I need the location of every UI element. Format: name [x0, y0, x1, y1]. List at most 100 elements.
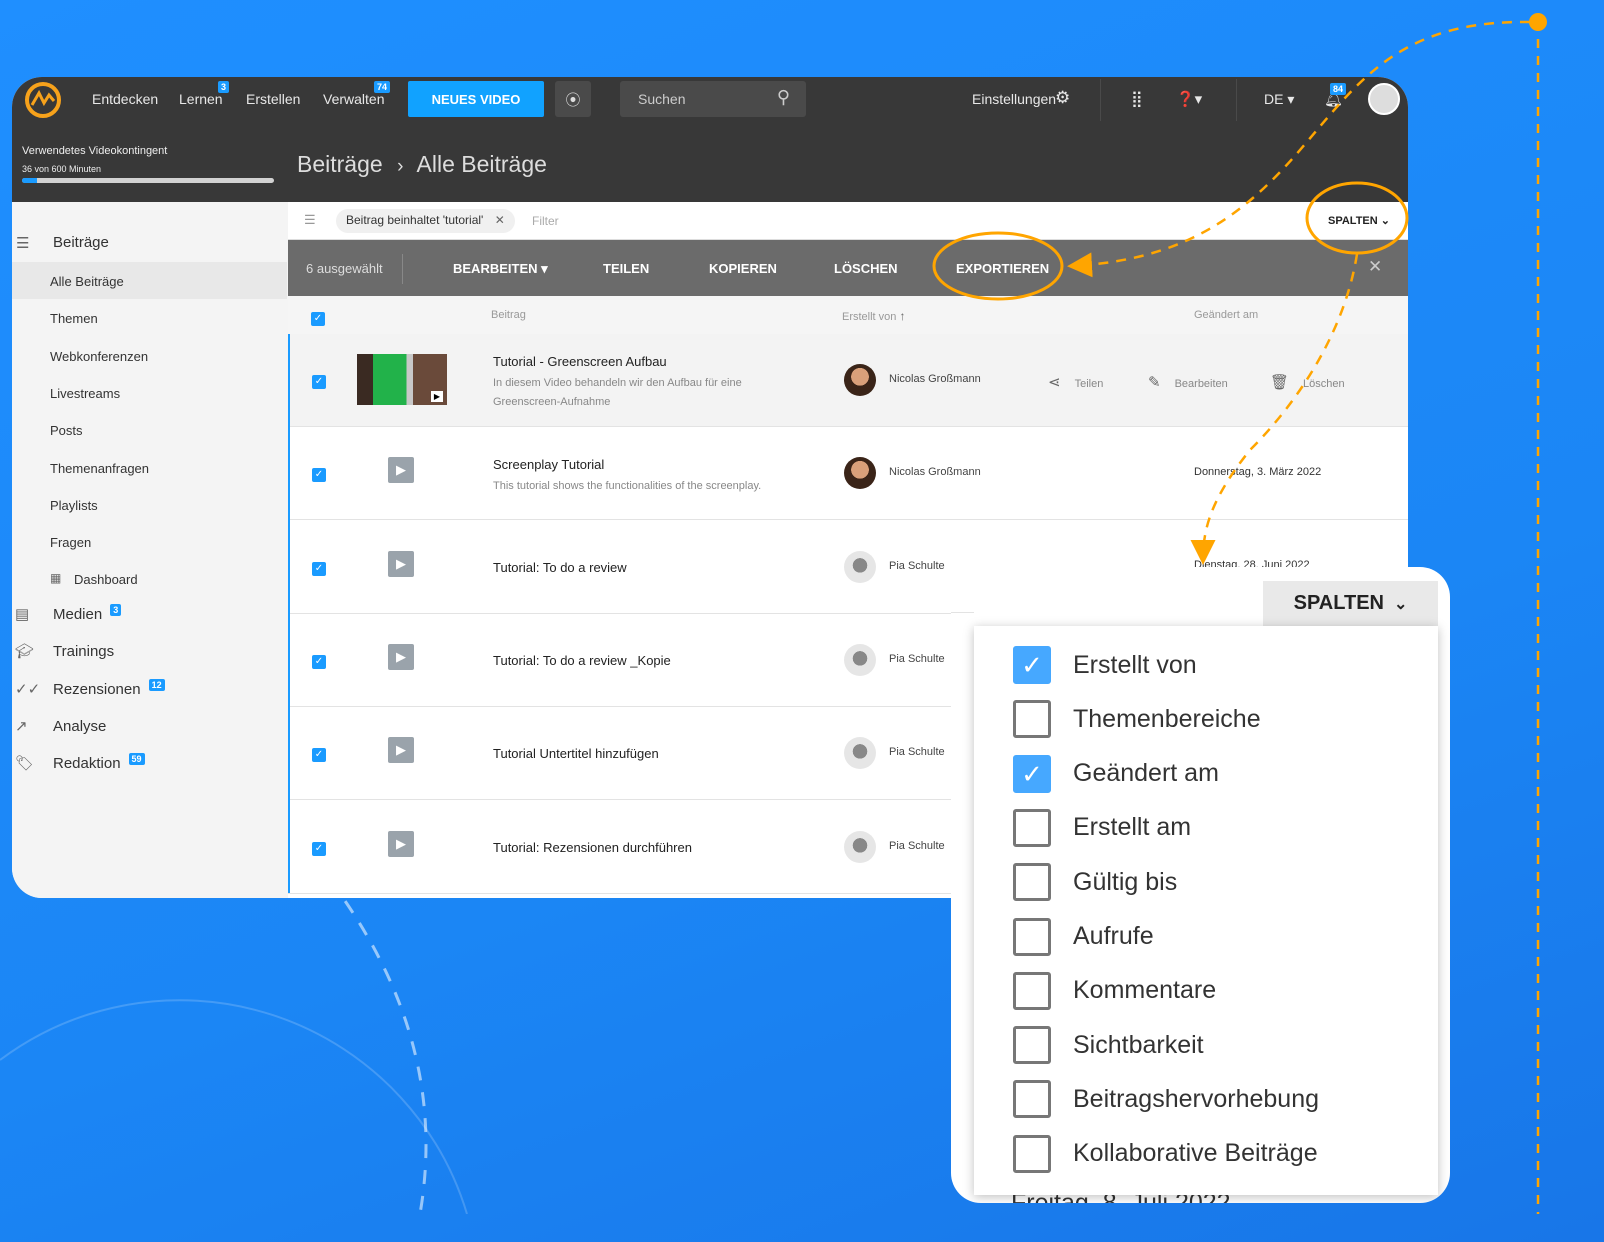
column-option[interactable]: ✓ Erstellt von — [1013, 645, 1197, 685]
sidebar-section-beitraege[interactable]: ☰ Beiträge — [12, 224, 287, 260]
sidebar-item-webkonferenzen[interactable]: Webkonferenzen — [12, 337, 287, 374]
delete-button[interactable]: LÖSCHEN — [834, 261, 898, 276]
apps-grid-icon[interactable]: ⣿ — [1131, 89, 1143, 109]
nav-lernen[interactable]: Lernen — [179, 91, 223, 107]
column-option[interactable]: Beitragshervorhebung — [1013, 1079, 1319, 1119]
breadcrumb-root[interactable]: Beiträge — [297, 151, 383, 177]
sidebar-item-alle-beiträge[interactable]: Alle Beiträge — [12, 262, 287, 299]
nav-erstellen[interactable]: Erstellen — [246, 91, 300, 107]
column-checkbox[interactable]: ✓ — [1013, 646, 1051, 684]
column-checkbox[interactable] — [1013, 917, 1051, 956]
row-title[interactable]: Tutorial: To do a review — [493, 560, 627, 575]
share-button[interactable]: TEILEN — [603, 261, 649, 276]
row-edit-action[interactable]: ✎ Bearbeiten — [1148, 373, 1228, 391]
close-icon[interactable]: ✕ — [495, 213, 505, 227]
row-delete-action[interactable]: 🗑︎ Löschen — [1270, 373, 1345, 391]
breadcrumb-separator: › — [397, 156, 404, 177]
screen-recorder-button[interactable]: ⦿ — [555, 81, 591, 117]
row-title[interactable]: Screenplay Tutorial — [493, 457, 604, 472]
row-share-action[interactable]: ⋖ Teilen — [1048, 373, 1103, 391]
sidebar-item-rezensionen[interactable]: ✓✓ Rezensionen 12 — [12, 671, 287, 708]
column-option-label: Sichtbarkeit — [1073, 1030, 1204, 1059]
column-checkbox[interactable] — [1013, 863, 1051, 902]
new-video-button[interactable]: NEUES VIDEO — [408, 81, 544, 117]
filter-icon[interactable]: ☰ — [304, 212, 316, 228]
export-button[interactable]: EXPORTIEREN — [956, 261, 1049, 276]
video-thumbnail[interactable]: ▶ — [357, 354, 447, 405]
row-title[interactable]: Tutorial - Greenscreen Aufbau — [493, 354, 667, 369]
row-checkbox[interactable]: ✓ — [312, 375, 326, 389]
play-placeholder-icon[interactable]: ▶ — [388, 643, 414, 670]
table-header: ✓ Beitrag Erstellt von ↑ Geändert am — [288, 296, 1408, 334]
help-icon[interactable]: ❓▾ — [1176, 90, 1202, 108]
row-checkbox[interactable]: ✓ — [312, 561, 326, 576]
sidebar-item-medien[interactable]: ▤ Medien 3 — [12, 596, 287, 633]
play-placeholder-icon[interactable]: ▶ — [388, 830, 414, 857]
author-avatar — [844, 364, 876, 396]
language-select[interactable]: DE ▾ — [1264, 91, 1294, 108]
search-input[interactable]: Suchen ⚲ — [620, 81, 806, 117]
row-checkbox[interactable]: ✓ — [312, 654, 326, 669]
quota-progress-bar — [22, 178, 274, 183]
column-checkbox[interactable] — [1013, 1134, 1051, 1173]
play-placeholder-icon[interactable]: ▶ — [388, 550, 414, 577]
column-option[interactable]: ✓ Geändert am — [1013, 754, 1219, 794]
column-checkbox[interactable] — [1013, 1026, 1051, 1065]
column-checkbox[interactable]: ✓ — [1013, 754, 1051, 793]
column-checkbox[interactable] — [1013, 808, 1051, 847]
sidebar-item-posts[interactable]: Posts — [12, 411, 287, 448]
column-option[interactable]: Gültig bis — [1013, 862, 1177, 902]
play-placeholder-icon[interactable]: ▶ — [388, 457, 414, 484]
header-post[interactable]: Beitrag — [491, 309, 526, 321]
column-option[interactable]: Sichtbarkeit — [1013, 1025, 1204, 1065]
sidebar-item-analyse[interactable]: ↗ Analyse — [12, 708, 287, 745]
trend-icon: ↗ — [15, 717, 28, 735]
sidebar-item-dashboard[interactable]: ▦ Dashboard — [12, 560, 287, 597]
sidebar-item-redaktion[interactable]: 🏷︎ Redaktion 59 — [12, 745, 287, 782]
sidebar-item-fragen[interactable]: Fragen — [12, 523, 287, 560]
row-title[interactable]: Tutorial Untertitel hinzufügen — [493, 746, 659, 761]
header-changed[interactable]: Geändert am — [1194, 309, 1258, 321]
filter-input[interactable]: Filter — [532, 214, 559, 228]
sidebar-item-label: Playlists — [50, 497, 98, 513]
tag-icon: 🏷︎ — [15, 755, 35, 773]
column-option[interactable]: Themenbereiche — [1013, 699, 1261, 739]
divider — [1100, 79, 1101, 121]
column-option[interactable]: Kollaborative Beiträge — [1013, 1134, 1318, 1174]
close-icon[interactable]: ✕ — [1368, 257, 1382, 277]
row-author: Pia Schulte — [889, 559, 945, 572]
table-row[interactable]: ✓ ▶ Screenplay Tutorial This tutorial shows… — [288, 427, 1408, 521]
sidebar-item-themen[interactable]: Themen — [12, 299, 287, 336]
sidebar-item-livestreams[interactable]: Livestreams — [12, 374, 287, 411]
nav-entdecken[interactable]: Entdecken — [92, 91, 158, 107]
filter-chip[interactable]: Beitrag beinhaltet 'tutorial' ✕ — [336, 209, 515, 233]
row-title[interactable]: Tutorial: Rezensionen durchführen — [493, 840, 692, 855]
select-all-checkbox[interactable]: ✓ — [311, 312, 325, 326]
edit-dropdown-button[interactable]: BEARBEITEN ▾ — [453, 261, 548, 277]
settings-link[interactable]: Einstellungen — [972, 91, 1056, 107]
copy-button[interactable]: KOPIEREN — [709, 261, 777, 276]
gear-icon[interactable]: ⚙ — [1055, 88, 1070, 108]
column-checkbox[interactable] — [1013, 1080, 1051, 1119]
column-option[interactable]: Aufrufe — [1013, 917, 1154, 957]
row-checkbox[interactable]: ✓ — [312, 841, 326, 856]
avatar[interactable] — [1368, 83, 1400, 115]
header-created-by[interactable]: Erstellt von ↑ — [842, 309, 905, 323]
row-checkbox[interactable]: ✓ — [312, 468, 326, 483]
columns-menu-button[interactable]: SPALTEN ⌄ — [1263, 581, 1438, 626]
play-placeholder-icon[interactable]: ▶ — [388, 737, 414, 764]
column-option[interactable]: Kommentare — [1013, 971, 1216, 1011]
author-avatar — [844, 737, 876, 770]
row-title[interactable]: Tutorial: To do a review _Kopie — [493, 653, 671, 668]
columns-button[interactable]: SPALTEN ⌄ — [1328, 214, 1390, 227]
table-row[interactable]: ✓ ▶ Tutorial - Greenscreen Aufbau In diesem… — [288, 334, 1408, 427]
column-checkbox[interactable] — [1013, 971, 1051, 1010]
column-option[interactable]: Erstellt am — [1013, 808, 1191, 848]
sidebar-item-themenanfragen[interactable]: Themenanfragen — [12, 449, 287, 486]
sidebar-item-playlists[interactable]: Playlists — [12, 486, 287, 523]
quota-value: 36 von 600 Minuten — [22, 164, 102, 174]
sidebar-item-trainings[interactable]: 🎓︎ Trainings — [12, 633, 287, 670]
nav-verwalten[interactable]: Verwalten — [323, 91, 384, 107]
row-checkbox[interactable]: ✓ — [312, 748, 326, 763]
column-checkbox[interactable] — [1013, 700, 1051, 739]
